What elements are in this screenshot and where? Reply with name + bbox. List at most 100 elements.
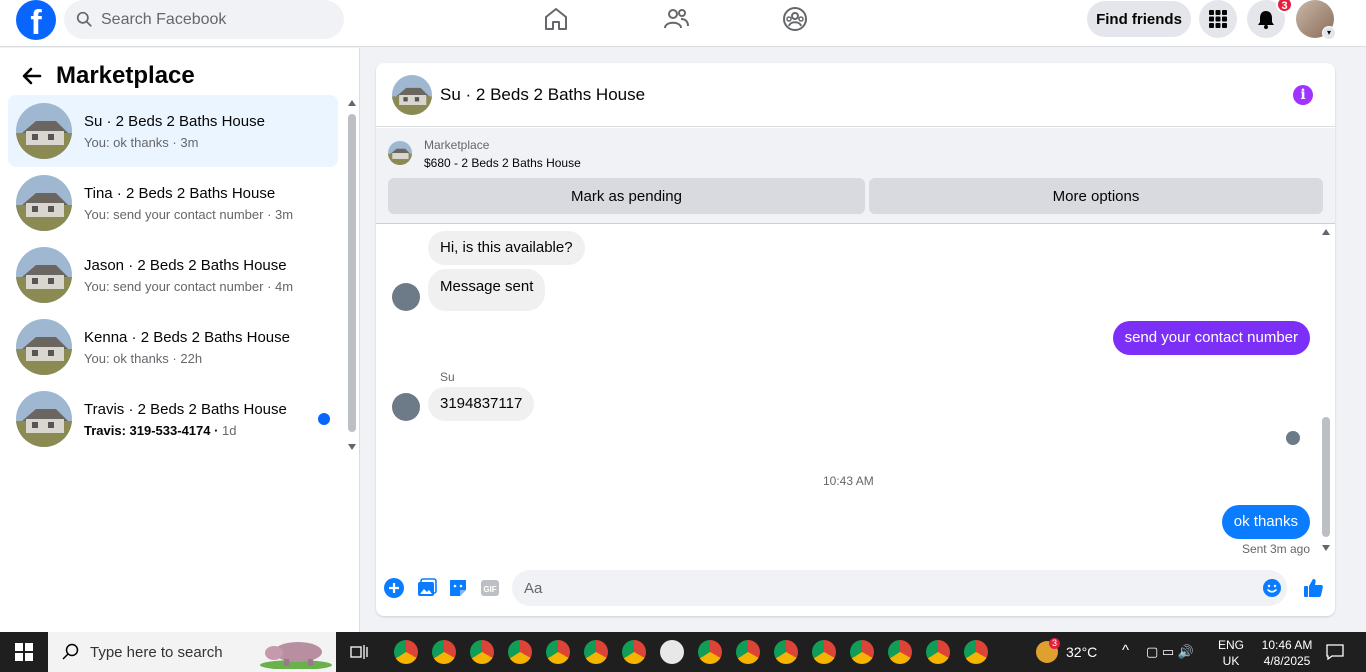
scroll-down-icon[interactable] <box>348 444 356 450</box>
conversation-title: Kenna · 2 Beds 2 Baths House <box>84 328 290 346</box>
conversation-preview: You: ok thanks · 22h <box>84 350 203 366</box>
windows-logo-icon <box>15 643 33 661</box>
message-status: Sent 3m ago <box>1241 542 1310 556</box>
chevron-down-icon: ▾ <box>1322 26 1336 40</box>
chrome-app-icon[interactable] <box>698 640 722 664</box>
facebook-logo-letter: f <box>30 4 42 40</box>
chrome-app-icon[interactable] <box>622 640 646 664</box>
hippo-illustration-icon <box>260 642 332 669</box>
search-icon <box>62 643 79 660</box>
house-thumbnail[interactable] <box>392 74 432 115</box>
chat-scrollbar[interactable] <box>1321 229 1331 551</box>
scroll-thumb[interactable] <box>1322 417 1330 537</box>
listing-price[interactable]: $680 - 2 Beds 2 Baths House <box>424 156 581 170</box>
house-thumbnail <box>16 319 72 375</box>
message-bubble: Hi, is this available? <box>428 231 585 265</box>
conversation-item[interactable]: Jason · 2 Beds 2 Baths House You: send y… <box>8 239 338 311</box>
home-icon[interactable] <box>542 5 570 33</box>
facebook-logo[interactable]: f <box>16 0 56 40</box>
photo-icon[interactable] <box>415 577 437 599</box>
message-thread: Hi, is this available? Message sent send… <box>376 225 1335 565</box>
plus-circle-icon[interactable] <box>383 577 405 599</box>
listing-label: Marketplace <box>424 138 490 152</box>
weather-temperature[interactable]: 32°C <box>1066 644 1097 660</box>
language-indicator[interactable]: ENG UK <box>1218 637 1244 669</box>
windows-taskbar: 3 32°C ^ ▢ ▭ 🔊 ENGUK 10:46 AM4/8/2025 <box>0 632 1366 672</box>
thumbs-up-icon[interactable] <box>1302 577 1324 599</box>
listing-banner: Marketplace $680 - 2 Beds 2 Baths House … <box>376 128 1335 224</box>
conversation-title: Travis · 2 Beds 2 Baths House <box>84 400 287 418</box>
message-input[interactable] <box>512 570 1287 606</box>
conversation-scrollbar[interactable] <box>347 100 357 450</box>
sticker-icon[interactable] <box>447 577 469 599</box>
taskbar-search-input[interactable] <box>90 643 240 661</box>
search-bar[interactable] <box>64 0 344 39</box>
chrome-app-icon[interactable] <box>964 640 988 664</box>
message-bubble: send your contact number <box>1112 321 1310 355</box>
conversation-title: Jason · 2 Beds 2 Baths House <box>84 256 287 274</box>
conversation-preview: You: send your contact number · 3m <box>84 206 294 222</box>
chrome-app-icon[interactable] <box>888 640 912 664</box>
chrome-app-icon[interactable] <box>508 640 532 664</box>
start-button[interactable] <box>0 632 48 672</box>
mark-as-pending-button[interactable]: Mark as pending <box>388 178 865 214</box>
chat-header: Su · 2 Beds 2 Baths House i <box>376 63 1335 127</box>
chat-title[interactable]: Su · 2 Beds 2 Baths House <box>440 85 645 105</box>
notification-center-icon[interactable] <box>1326 644 1344 660</box>
page-title: Marketplace <box>56 62 195 89</box>
sender-avatar[interactable] <box>392 283 420 311</box>
conversation-item[interactable]: Kenna · 2 Beds 2 Baths House You: ok tha… <box>8 311 338 383</box>
search-input[interactable] <box>101 10 321 29</box>
svg-text:GIF: GIF <box>483 585 496 594</box>
conversation-item[interactable]: Su · 2 Beds 2 Baths House You: ok thanks… <box>8 95 338 167</box>
scroll-up-icon[interactable] <box>348 100 356 106</box>
listing-thumbnail[interactable] <box>388 141 412 165</box>
menu-button[interactable] <box>1199 0 1237 38</box>
task-view-icon[interactable] <box>350 644 368 660</box>
seen-avatar <box>1286 431 1300 445</box>
back-arrow-icon[interactable] <box>20 64 44 88</box>
unread-indicator <box>318 413 330 425</box>
message-composer: GIF <box>376 565 1335 616</box>
chrome-app-icon[interactable] <box>736 640 760 664</box>
chrome-app-icon[interactable] <box>774 640 798 664</box>
notification-badge: 3 <box>1276 0 1293 13</box>
clock[interactable]: 10:46 AM 4/8/2025 <box>1254 637 1320 669</box>
conversation-preview: You: ok thanks · 3m <box>84 134 199 150</box>
house-thumbnail <box>16 391 72 447</box>
conversation-title: Su · 2 Beds 2 Baths House <box>84 112 265 130</box>
chrome-app-icon[interactable] <box>470 640 494 664</box>
account-avatar[interactable]: ▾ <box>1296 0 1336 40</box>
groups-icon[interactable] <box>781 5 809 33</box>
chrome-app-icon[interactable] <box>812 640 836 664</box>
chrome-app-icon[interactable] <box>850 640 874 664</box>
gif-icon[interactable]: GIF <box>479 577 501 599</box>
chrome-app-icon[interactable] <box>546 640 570 664</box>
chrome-app-icon[interactable] <box>432 640 456 664</box>
paint-app-icon[interactable] <box>660 640 684 664</box>
conversation-item[interactable]: Travis · 2 Beds 2 Baths House Travis: 31… <box>8 383 338 455</box>
conversation-list: Su · 2 Beds 2 Baths House You: ok thanks… <box>8 95 338 455</box>
house-thumbnail <box>16 175 72 231</box>
chevron-up-icon[interactable]: ^ <box>1122 642 1129 659</box>
emoji-icon[interactable] <box>1262 578 1282 598</box>
marketplace-inbox-panel: Marketplace Su · 2 Beds 2 Baths House Yo… <box>0 48 360 632</box>
scroll-down-icon[interactable] <box>1322 545 1330 551</box>
system-tray-icons[interactable]: ▢ ▭ 🔊 <box>1146 644 1194 660</box>
taskbar-search[interactable] <box>48 632 336 672</box>
chrome-app-icon[interactable] <box>394 640 418 664</box>
house-thumbnail <box>16 247 72 303</box>
info-icon[interactable]: i <box>1293 85 1313 105</box>
scroll-up-icon[interactable] <box>1322 229 1330 235</box>
notifications-button[interactable]: 3 <box>1247 0 1293 38</box>
house-thumbnail <box>16 103 72 159</box>
scroll-thumb[interactable] <box>348 114 356 432</box>
friends-icon[interactable] <box>662 5 690 33</box>
message-bubble: Message sent <box>428 269 546 311</box>
find-friends-button[interactable]: Find friends <box>1087 1 1191 37</box>
more-options-button[interactable]: More options <box>869 178 1323 214</box>
conversation-item[interactable]: Tina · 2 Beds 2 Baths House You: send yo… <box>8 167 338 239</box>
chrome-app-icon[interactable] <box>584 640 608 664</box>
chrome-app-icon[interactable] <box>926 640 950 664</box>
sender-avatar[interactable] <box>392 393 420 421</box>
